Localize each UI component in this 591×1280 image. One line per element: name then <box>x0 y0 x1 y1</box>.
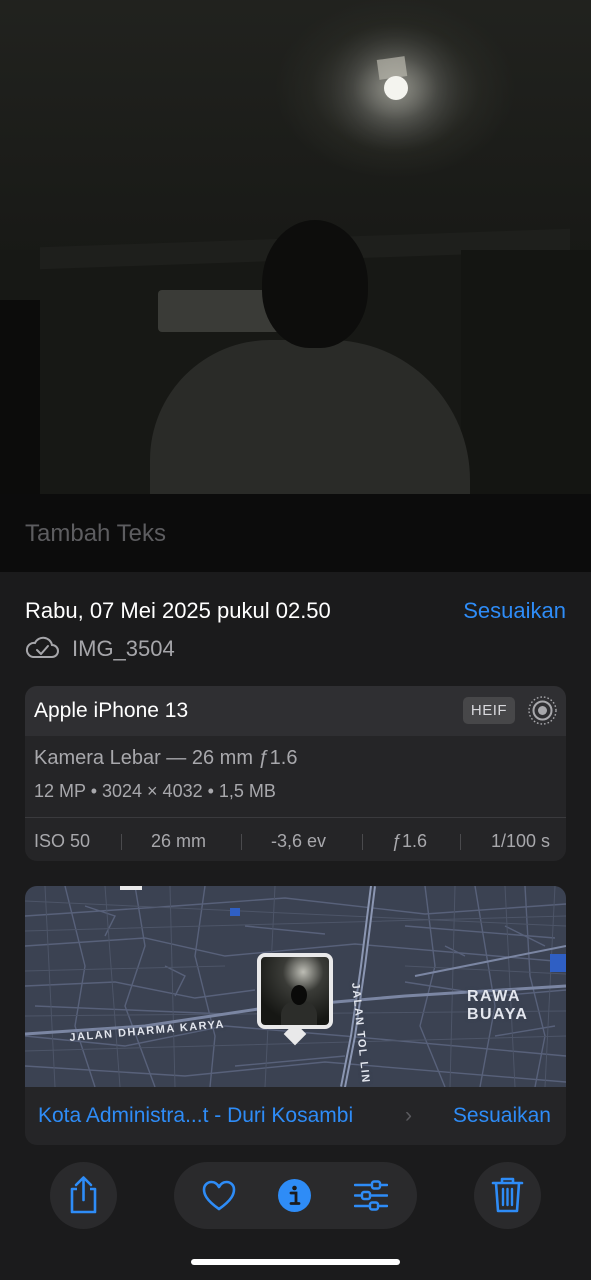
trash-icon <box>491 1177 524 1213</box>
location-map[interactable]: RAWA BUAYA JALAN DHARMA KARYA JALAN TOL … <box>25 886 566 1087</box>
image-specs: 12 MP • 3024 × 4032 • 1,5 MB <box>34 781 276 801</box>
divider <box>25 817 566 818</box>
map-label-area: RAWA BUAYA <box>467 988 529 1023</box>
photo-date-time: Rabu, 07 Mei 2025 pukul 02.50 <box>25 598 331 623</box>
exif-shutter: 1/100 s <box>491 831 551 851</box>
photo-wall <box>461 250 591 494</box>
exif-focal-length: 26 mm <box>151 831 207 851</box>
icloud-synced-icon <box>25 636 59 658</box>
exif-aperture: ƒ1.6 <box>392 831 428 851</box>
heart-icon[interactable] <box>202 1180 236 1211</box>
map-photo-pin[interactable] <box>257 953 333 1029</box>
adjust-date-button[interactable]: Sesuaikan <box>463 598 566 624</box>
share-icon <box>70 1176 97 1214</box>
photo-person-head <box>262 220 368 348</box>
pin-thumb-head <box>291 985 307 1005</box>
exif-separator <box>362 834 363 850</box>
format-badge: HEIF <box>463 697 515 724</box>
photo-person-body <box>150 340 470 494</box>
photo-light-bulb <box>384 76 408 100</box>
camera-card-header: Apple iPhone 13 HEIF <box>25 686 566 736</box>
camera-model: Apple iPhone 13 <box>34 699 189 722</box>
exif-iso: ISO 50 <box>34 831 91 851</box>
exif-separator <box>121 834 122 850</box>
photo-shade <box>0 300 40 494</box>
lens-info: Kamera Lebar — 26 mm ƒ1.6 <box>34 747 298 769</box>
photo-ceiling <box>0 0 591 250</box>
share-button[interactable] <box>50 1162 117 1229</box>
exif-exposure: -3,6 ev <box>271 831 327 851</box>
location-card: RAWA BUAYA JALAN DHARMA KARYA JALAN TOL … <box>25 886 566 1145</box>
chevron-right-icon: › <box>405 1104 412 1127</box>
sliders-icon[interactable] <box>354 1180 388 1211</box>
location-name-link[interactable]: Kota Administra...t - Duri Kosambi <box>38 1104 353 1128</box>
adjust-location-button[interactable]: Sesuaikan <box>453 1104 551 1128</box>
delete-button[interactable] <box>474 1162 541 1229</box>
photo-view[interactable] <box>0 0 591 494</box>
add-caption-field[interactable]: Tambah Teks <box>25 520 166 548</box>
photo-actions-group <box>174 1162 417 1229</box>
exif-separator <box>241 834 242 850</box>
camera-info-card: Apple iPhone 13 HEIF Kamera Lebar — 26 m… <box>25 686 566 861</box>
live-photo-icon[interactable] <box>527 695 558 726</box>
exif-separator <box>460 834 461 850</box>
home-indicator[interactable] <box>191 1259 400 1265</box>
photo-filename: IMG_3504 <box>72 636 175 661</box>
info-icon[interactable] <box>278 1179 311 1212</box>
